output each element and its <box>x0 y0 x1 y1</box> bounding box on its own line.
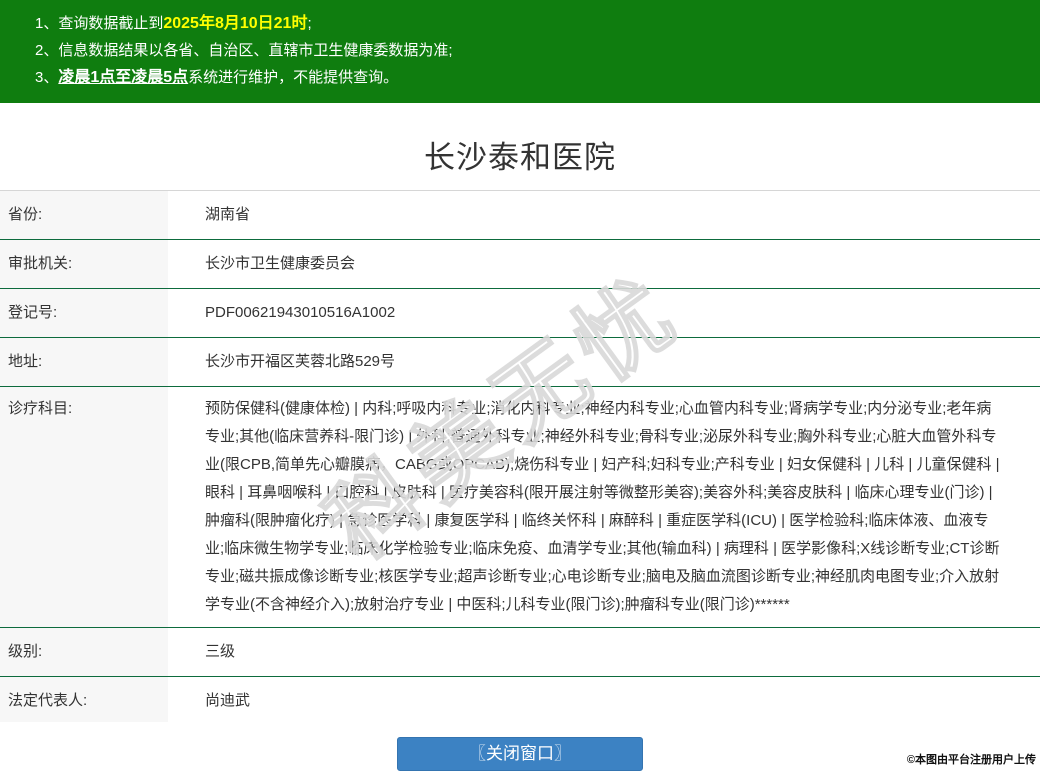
table-row-level: 级别: 三级 <box>0 628 1040 677</box>
notice-text-end: 系统进行维护，不能提供查询。 <box>188 69 399 86</box>
info-value: 尚迪武 <box>205 692 251 709</box>
info-label: 诊疗科目: <box>0 387 168 627</box>
notice-line-2: 2、信息数据结果以各省、自治区、直辖市卫生健康委数据为准; <box>35 37 1020 64</box>
notice-number: 2、 <box>35 42 59 59</box>
notice-text-end: ; <box>307 15 312 32</box>
info-value: 长沙市开福区芙蓉北路529号 <box>205 353 396 370</box>
content-area: 1、查询数据截止到2025年8月10日21时; 2、信息数据结果以各省、自治区、… <box>0 0 1040 722</box>
notice-banner: 1、查询数据截止到2025年8月10日21时; 2、信息数据结果以各省、自治区、… <box>0 0 1040 103</box>
info-value: 三级 <box>205 643 236 660</box>
notice-highlight-date: 2025年8月10日21时 <box>163 15 308 32</box>
table-row-legal-representative: 法定代表人: 尚迪武 <box>0 677 1040 722</box>
notice-line-1: 1、查询数据截止到2025年8月10日21时; <box>35 10 1020 37</box>
notice-text: 信息数据结果以各省、自治区、直辖市卫生健康委数据为准; <box>58 42 453 59</box>
info-value: 预防保健科(健康体检) | 内科;呼吸内科专业;消化内科专业;神经内科专业;心血… <box>205 400 1000 613</box>
info-label: 省份: <box>0 191 168 239</box>
notice-text: 查询数据截止到 <box>58 15 164 32</box>
table-row-medical-subjects: 诊疗科目: 预防保健科(健康体检) | 内科;呼吸内科专业;消化内科专业;神经内… <box>0 387 1040 628</box>
table-row-province: 省份: 湖南省 <box>0 191 1040 240</box>
info-label: 地址: <box>0 338 168 386</box>
upload-credit-stamp: ©本图由平台注册用户上传 <box>906 754 1036 766</box>
table-row-address: 地址: 长沙市开福区芙蓉北路529号 <box>0 338 1040 387</box>
info-label: 法定代表人: <box>0 677 168 722</box>
info-label: 登记号: <box>0 289 168 337</box>
table-row-approval-authority: 审批机关: 长沙市卫生健康委员会 <box>0 240 1040 289</box>
notice-highlight-maintenance: 凌晨1点至凌晨5点 <box>58 69 189 86</box>
info-value: 湖南省 <box>205 206 251 223</box>
info-label: 审批机关: <box>0 240 168 288</box>
info-value: 长沙市卫生健康委员会 <box>205 255 356 272</box>
info-label: 级别: <box>0 628 168 676</box>
query-result-page: 1、查询数据截止到2025年8月10日21时; 2、信息数据结果以各省、自治区、… <box>0 0 1040 775</box>
notice-line-3: 3、凌晨1点至凌晨5点系统进行维护，不能提供查询。 <box>35 64 1020 91</box>
close-window-button[interactable]: 〖关闭窗口〗 <box>397 737 643 771</box>
table-row-registration-number: 登记号: PDF00621943010516A1002 <box>0 289 1040 338</box>
notice-number: 3、 <box>35 69 59 86</box>
hospital-info-table: 省份: 湖南省 审批机关: 长沙市卫生健康委员会 登记号: PDF0062194… <box>0 190 1040 722</box>
info-value: PDF00621943010516A1002 <box>205 304 396 321</box>
notice-number: 1、 <box>35 15 59 32</box>
page-title: 长沙泰和医院 <box>424 140 616 175</box>
